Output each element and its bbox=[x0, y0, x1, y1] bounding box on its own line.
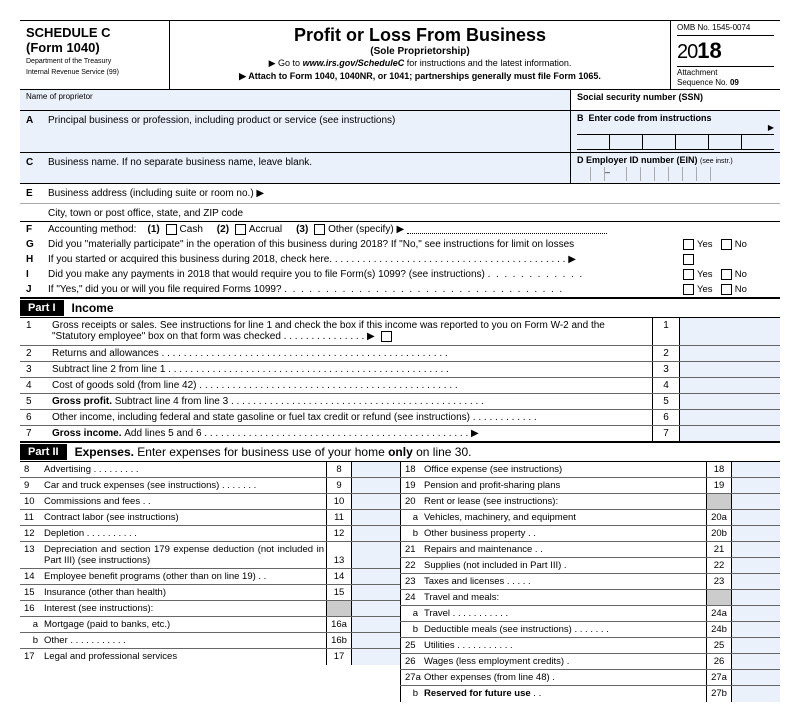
line-27b-amount bbox=[732, 686, 780, 702]
line-c-desc[interactable]: Business name. If no separate business n… bbox=[48, 153, 570, 183]
line-23-amount[interactable] bbox=[732, 574, 780, 589]
line-20b-amount[interactable] bbox=[732, 526, 780, 541]
form-number: (Form 1040) bbox=[26, 40, 163, 55]
line-17-amount[interactable] bbox=[352, 649, 400, 665]
line-1-amount[interactable] bbox=[680, 318, 780, 344]
g-no-checkbox[interactable] bbox=[721, 239, 732, 250]
line-1: 1 Gross receipts or sales. See instructi… bbox=[20, 318, 780, 345]
line-f: F Accounting method: (1) Cash (2) Accrua… bbox=[20, 222, 780, 237]
line-8-amount[interactable] bbox=[352, 462, 400, 477]
line-3-amount[interactable] bbox=[680, 362, 780, 377]
name-of-proprietor-field[interactable]: Name of proprietor bbox=[20, 90, 570, 110]
line-b-entercode[interactable]: B Enter code from instructions ▶ bbox=[570, 111, 780, 152]
other-checkbox[interactable] bbox=[314, 224, 325, 235]
schedule-c-form: SCHEDULE C (Form 1040) Department of the… bbox=[20, 20, 780, 702]
i-no-checkbox[interactable] bbox=[721, 269, 732, 280]
line-2-amount[interactable] bbox=[680, 346, 780, 361]
accrual-checkbox[interactable] bbox=[235, 224, 246, 235]
line-h: H If you started or acquired this busine… bbox=[20, 252, 780, 267]
line-27a-amount[interactable] bbox=[732, 670, 780, 685]
j-yes-checkbox[interactable] bbox=[683, 284, 694, 295]
h-checkbox[interactable] bbox=[683, 254, 694, 265]
line-16b-amount[interactable] bbox=[352, 633, 400, 648]
line-c-label: C bbox=[20, 153, 48, 183]
line-4-amount[interactable] bbox=[680, 378, 780, 393]
expenses-grid: 8Advertising . . . . . . . . .8 9Car and… bbox=[20, 462, 780, 702]
line-18-amount[interactable] bbox=[732, 462, 780, 477]
line-21-amount[interactable] bbox=[732, 542, 780, 557]
line-14-amount[interactable] bbox=[352, 569, 400, 584]
line-a-label: A bbox=[20, 111, 48, 152]
ssn-field[interactable]: Social security number (SSN) bbox=[570, 90, 780, 110]
line-e-city[interactable]: City, town or post office, state, and ZI… bbox=[48, 204, 780, 221]
tax-year: 2018 bbox=[677, 38, 774, 64]
line-20a-amount[interactable] bbox=[732, 510, 780, 525]
line-15-amount[interactable] bbox=[352, 585, 400, 600]
line-a-desc[interactable]: Principal business or profession, includ… bbox=[48, 111, 570, 152]
line-16a-amount[interactable] bbox=[352, 617, 400, 632]
line-g: G Did you "materially participate" in th… bbox=[20, 237, 780, 252]
part-2-header: Part II Expenses. Enter expenses for bus… bbox=[20, 442, 780, 462]
g-yes-checkbox[interactable] bbox=[683, 239, 694, 250]
instruction-url: ▶ Go to www.irs.gov/ScheduleC for instru… bbox=[176, 57, 664, 70]
line-24b-amount[interactable] bbox=[732, 622, 780, 637]
form-subtitle: (Sole Proprietorship) bbox=[176, 46, 664, 57]
line-22-amount[interactable] bbox=[732, 558, 780, 573]
line-10-amount[interactable] bbox=[352, 494, 400, 509]
part-1-header: Part I Income bbox=[20, 298, 780, 318]
line-9-amount[interactable] bbox=[352, 478, 400, 493]
omb-number: OMB No. 1545-0074 bbox=[677, 23, 774, 36]
line-e-label: E bbox=[20, 184, 48, 203]
line-d-ein[interactable]: D Employer ID number (EIN) (see instr.) … bbox=[570, 153, 780, 183]
line-13-amount[interactable] bbox=[352, 542, 400, 568]
form-header: SCHEDULE C (Form 1040) Department of the… bbox=[20, 20, 780, 90]
line-i: I Did you make any payments in 2018 that… bbox=[20, 267, 780, 282]
line-24a-amount[interactable] bbox=[732, 606, 780, 621]
dept-treasury: Department of the Treasury bbox=[26, 58, 163, 66]
line-1-checkbox[interactable] bbox=[381, 331, 392, 342]
line-12-amount[interactable] bbox=[352, 526, 400, 541]
form-title: Profit or Loss From Business bbox=[176, 25, 664, 46]
line-e-addr[interactable]: Business address (including suite or roo… bbox=[48, 184, 780, 203]
i-yes-checkbox[interactable] bbox=[683, 269, 694, 280]
line-26-amount[interactable] bbox=[732, 654, 780, 669]
j-no-checkbox[interactable] bbox=[721, 284, 732, 295]
line-j: J If "Yes," did you or will you file req… bbox=[20, 282, 780, 297]
cash-checkbox[interactable] bbox=[166, 224, 177, 235]
line-19-amount[interactable] bbox=[732, 478, 780, 493]
line-7-amount[interactable] bbox=[680, 426, 780, 441]
line-25-amount[interactable] bbox=[732, 638, 780, 653]
line-6-amount[interactable] bbox=[680, 410, 780, 425]
line-11-amount[interactable] bbox=[352, 510, 400, 525]
irs-label: Internal Revenue Service (99) bbox=[26, 69, 163, 77]
line-5-amount[interactable] bbox=[680, 394, 780, 409]
attach-instruction: ▶ Attach to Form 1040, 1040NR, or 1041; … bbox=[176, 70, 664, 83]
schedule-label: SCHEDULE C bbox=[26, 25, 163, 40]
